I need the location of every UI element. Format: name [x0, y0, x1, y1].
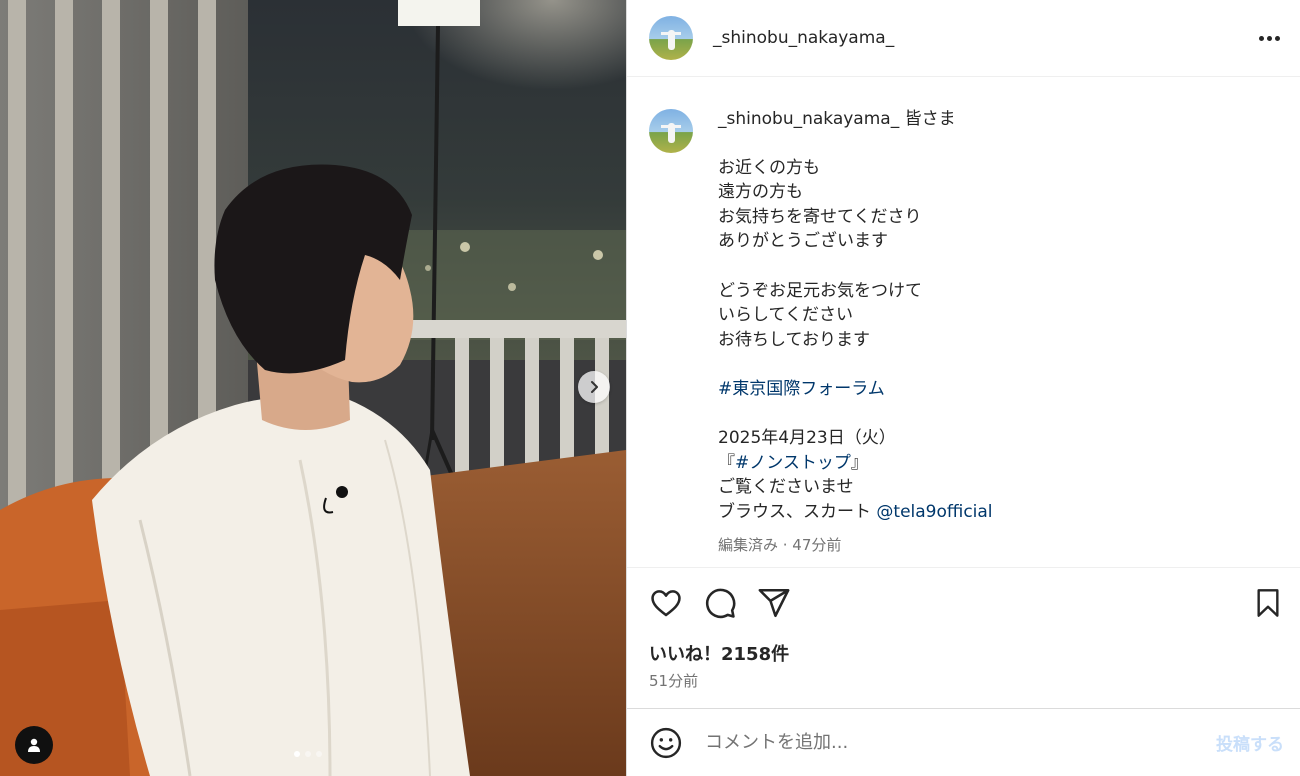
post-comment-button[interactable]: 投稿する — [1216, 730, 1284, 755]
share-icon — [758, 588, 790, 618]
carousel-dot-2 — [305, 751, 311, 757]
caption-avatar[interactable] — [649, 109, 693, 153]
post-media — [0, 0, 626, 776]
post-timestamp[interactable]: 51分前 — [649, 670, 1278, 691]
caption-watch-line: ご覧くださいませ — [718, 477, 854, 498]
post-side-panel: _shinobu_nakayama_ _shinobu_nakayama_ 皆さ… — [626, 0, 1300, 776]
emoji-button[interactable] — [649, 726, 683, 760]
bracket-open: 『 — [718, 452, 735, 473]
caption-intro: 皆さま — [904, 109, 956, 129]
hashtag-link[interactable]: #東京国際フォーラム — [718, 379, 885, 399]
comment-icon — [706, 588, 736, 619]
heart-icon — [651, 590, 681, 617]
caption-body: _shinobu_nakayama_ 皆さま お近くの方も 遠方の方も お気持ち… — [718, 107, 993, 557]
instagram-post: _shinobu_nakayama_ _shinobu_nakayama_ 皆さ… — [0, 0, 1300, 776]
more-options-button[interactable] — [1259, 28, 1280, 49]
comment-bar: 投稿する — [627, 709, 1300, 776]
caption-head: _shinobu_nakayama_ 皆さま — [718, 107, 993, 132]
likes-area: いいね！2158件 51分前 — [627, 638, 1300, 709]
likes-count[interactable]: いいね！2158件 — [649, 640, 1278, 666]
caption: _shinobu_nakayama_ 皆さま お近くの方も 遠方の方も お気持ち… — [649, 107, 1280, 557]
carousel-next-button[interactable] — [578, 371, 610, 403]
tagged-users-button[interactable] — [15, 726, 53, 764]
post-photo — [0, 0, 626, 776]
chevron-right-icon — [591, 381, 598, 393]
caption-meta: 編集済み · 47分前 — [718, 535, 842, 554]
more-horizontal-icon — [1259, 35, 1264, 41]
comment-input[interactable] — [703, 731, 1216, 754]
comment-button[interactable] — [703, 586, 737, 620]
carousel-indicator — [294, 751, 322, 757]
mention-link[interactable]: @tela9official — [876, 502, 992, 522]
post-header: _shinobu_nakayama_ — [627, 0, 1300, 77]
user-icon — [28, 738, 40, 752]
avatar[interactable] — [649, 16, 693, 60]
hashtag-link-2[interactable]: #ノンストップ — [735, 453, 851, 473]
emoji-icon — [650, 727, 682, 758]
bookmark-icon — [1257, 589, 1279, 617]
caption-date: 2025年4月23日（火） — [718, 428, 896, 449]
caption-text: お近くの方も 遠方の方も お気持ちを寄せてくださり ありがとうございます どうぞ… — [718, 156, 993, 525]
save-button[interactable] — [1252, 587, 1284, 619]
caption-username[interactable]: _shinobu_nakayama_ — [718, 109, 899, 129]
share-button[interactable] — [757, 586, 791, 620]
bracket-close: 』 — [850, 452, 868, 473]
caption-credit: ブラウス、スカート — [718, 501, 871, 522]
header-username[interactable]: _shinobu_nakayama_ — [713, 28, 894, 48]
caption-area: _shinobu_nakayama_ 皆さま お近くの方も 遠方の方も お気持ち… — [627, 77, 1300, 568]
carousel-dot-3 — [316, 751, 322, 757]
caption-lines: お近くの方も 遠方の方も お気持ちを寄せてくださり ありがとうございます どうぞ… — [718, 157, 922, 350]
carousel-dot-1 — [294, 751, 300, 757]
like-button[interactable] — [649, 586, 683, 620]
action-bar — [627, 568, 1300, 638]
